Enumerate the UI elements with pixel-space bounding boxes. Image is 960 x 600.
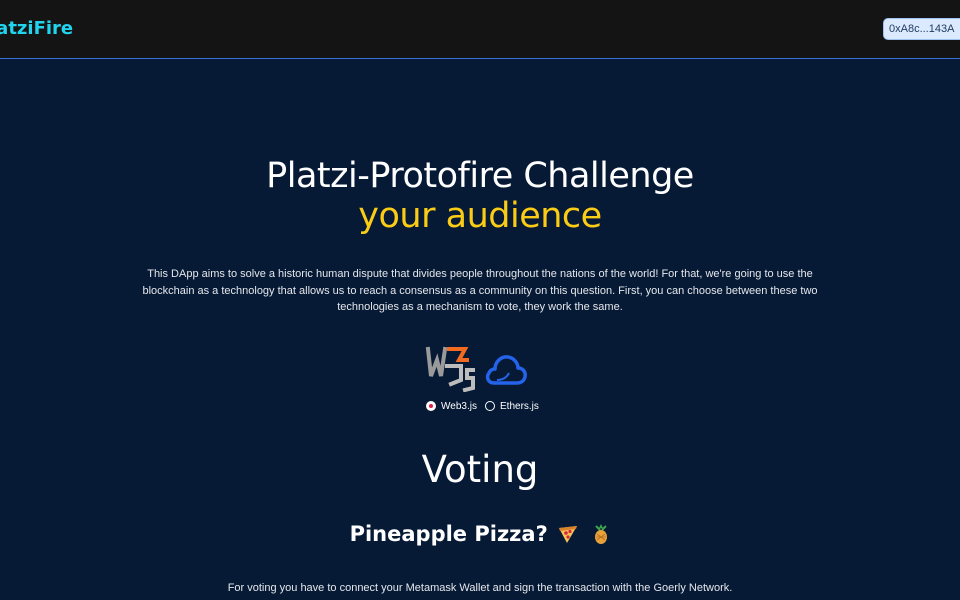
radio-ethersjs-button[interactable] xyxy=(485,401,495,411)
voting-heading: Voting xyxy=(421,448,539,491)
radio-ethersjs[interactable]: Ethers.js xyxy=(485,399,539,413)
pineapple-emoji-icon xyxy=(595,524,608,544)
voting-question-text: Pineapple Pizza? xyxy=(349,522,548,546)
brand-logo[interactable]: latziFire xyxy=(0,18,73,39)
radio-web3js-button[interactable] xyxy=(426,401,436,411)
web3js-logo-icon[interactable] xyxy=(425,346,477,392)
voting-instructions: For voting you have to connect your Meta… xyxy=(227,582,733,594)
ethers-logo-icon[interactable] xyxy=(485,353,527,387)
intro-description: This DApp aims to solve a historic human… xyxy=(142,268,818,313)
wallet-address-label: 0xA8c...143A xyxy=(889,23,954,35)
voting-question: Pineapple Pizza? xyxy=(0,522,960,546)
radio-web3js[interactable]: Web3.js xyxy=(426,399,477,413)
top-navbar: latziFire 0xA8c...143A xyxy=(0,0,960,59)
wallet-address-button[interactable]: 0xA8c...143A xyxy=(883,18,960,40)
radio-ethersjs-label: Ethers.js xyxy=(500,400,539,412)
radio-web3js-label: Web3.js xyxy=(441,400,477,412)
page-title: Platzi-Protofire Challenge xyxy=(266,156,694,196)
page-subtitle: your audience xyxy=(358,196,602,236)
pizza-emoji-icon xyxy=(559,526,578,543)
